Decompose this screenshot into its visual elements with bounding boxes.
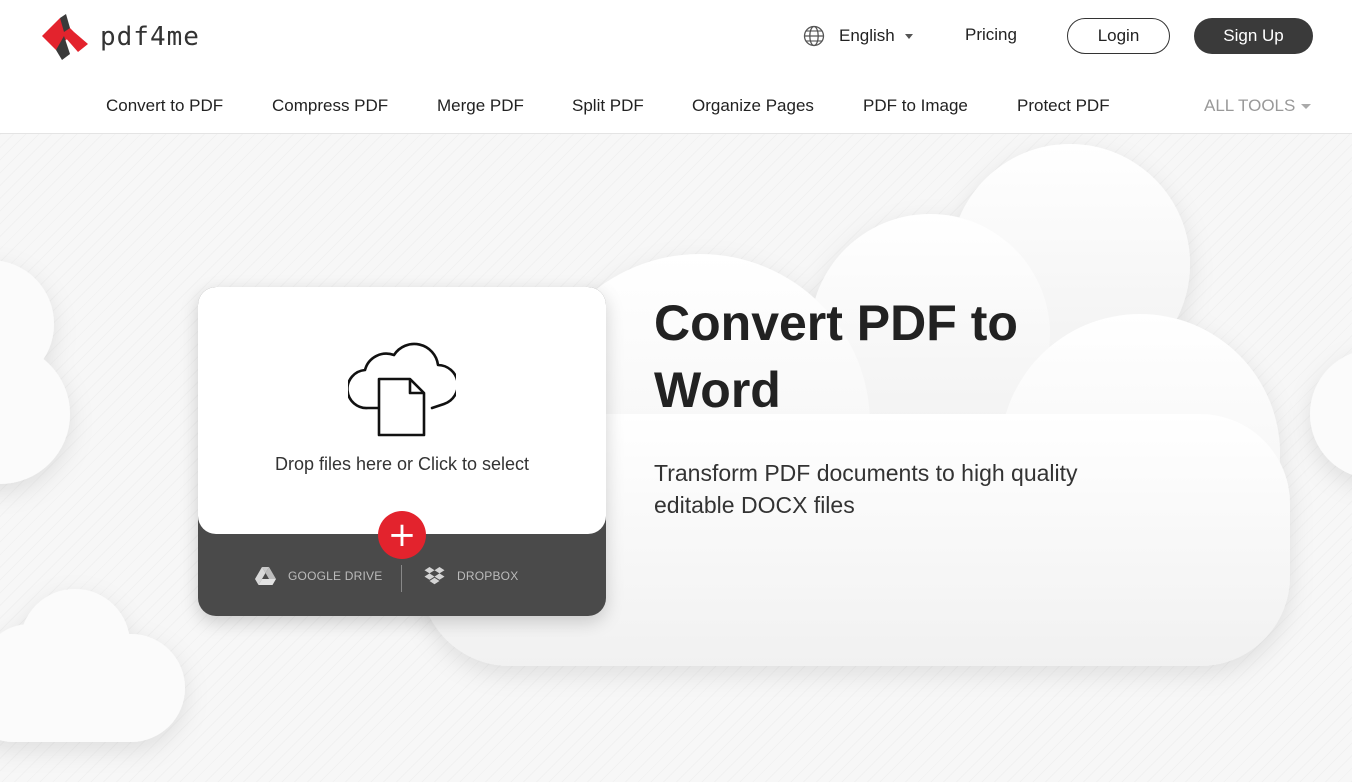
pricing-link[interactable]: Pricing — [965, 25, 1017, 45]
header: pdf4me English Pricing Login Sign Up — [0, 0, 1352, 72]
logo-wordmark: pdf4me — [100, 22, 200, 52]
tool-navigation: Convert to PDF Compress PDF Merge PDF Sp… — [0, 72, 1352, 134]
nav-pdf-to-image[interactable]: PDF to Image — [863, 96, 968, 116]
nav-organize-pages[interactable]: Organize Pages — [692, 96, 814, 116]
all-tools-dropdown[interactable]: ALL TOOLS — [1204, 96, 1312, 116]
drop-files-label: Drop files here or Click to select — [274, 454, 530, 474]
add-file-button[interactable]: + — [378, 511, 426, 559]
all-tools-label: ALL TOOLS — [1204, 96, 1296, 115]
nav-protect-pdf[interactable]: Protect PDF — [1017, 96, 1110, 116]
pdf4me-logo[interactable]: pdf4me — [40, 14, 265, 60]
hero-section: Drop files here or Click to select + GOO… — [0, 134, 1352, 782]
page-subtitle: Transform PDF documents to high quality … — [654, 457, 1154, 521]
nav-split-pdf[interactable]: Split PDF — [572, 96, 644, 116]
source-divider — [401, 565, 402, 592]
page-subtitle-line-1: Transform PDF documents to high quality — [654, 460, 1078, 486]
google-drive-button[interactable]: GOOGLE DRIVE — [255, 567, 382, 585]
nav-merge-pdf[interactable]: Merge PDF — [437, 96, 524, 116]
google-drive-label: GOOGLE DRIVE — [288, 569, 383, 583]
file-drop-zone[interactable]: Drop files here or Click to select — [198, 287, 606, 534]
globe-icon — [803, 25, 825, 47]
page-subtitle-line-2: editable DOCX files — [654, 492, 855, 518]
upload-card: Drop files here or Click to select + GOO… — [198, 287, 606, 616]
dropbox-icon — [424, 567, 445, 585]
dropbox-label: DROPBOX — [457, 569, 519, 583]
chevron-down-icon — [904, 33, 913, 39]
cloud-upload-icon — [348, 342, 456, 437]
nav-convert-to-pdf[interactable]: Convert to PDF — [106, 96, 223, 116]
page-title-line-1: Convert PDF to — [654, 295, 1018, 351]
signup-button[interactable]: Sign Up — [1194, 18, 1313, 54]
dropbox-button[interactable]: DROPBOX — [424, 567, 518, 585]
google-drive-icon — [255, 567, 276, 585]
language-selector[interactable]: English — [803, 22, 913, 50]
nav-compress-pdf[interactable]: Compress PDF — [272, 96, 388, 116]
language-label: English — [839, 26, 895, 45]
chevron-down-icon — [1301, 103, 1312, 109]
login-button[interactable]: Login — [1067, 18, 1170, 54]
logo-mark-icon — [42, 14, 88, 60]
page-title: Convert PDF to Word — [654, 290, 1134, 424]
page-title-line-2: Word — [654, 362, 781, 418]
